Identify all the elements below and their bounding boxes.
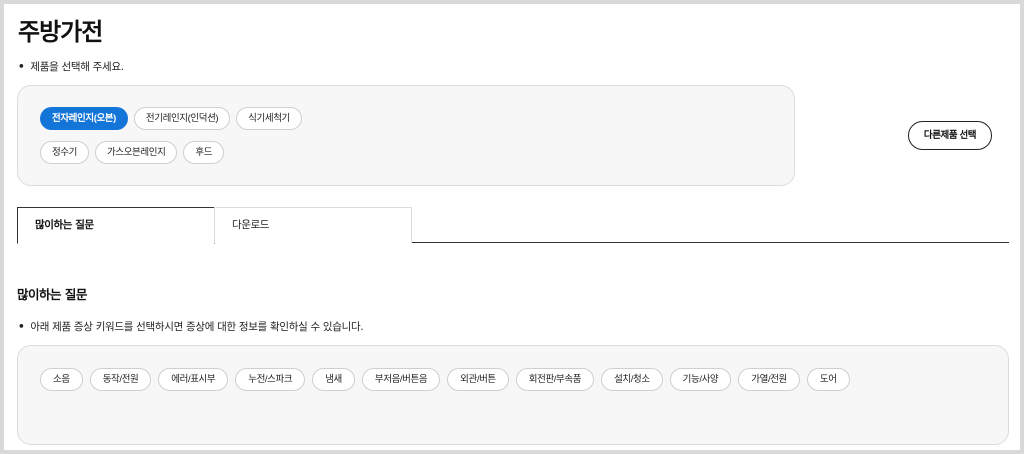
keyword-chip-error-display[interactable]: 에러/표시부 (158, 368, 229, 391)
bullet-icon: • (18, 321, 25, 333)
keyword-chip-turntable-parts[interactable]: 회전판/부속품 (515, 368, 595, 391)
symptom-keyword-box: 소음 동작/전원 에러/표시부 누전/스파크 냄새 부저음/버튼음 외관/버튼 … (17, 345, 1009, 445)
faq-keyword-note-text: 아래 제품 증상 키워드를 선택하시면 증상에 대한 정보를 확인하실 수 있습… (30, 321, 364, 333)
keyword-chip-door[interactable]: 도어 (806, 368, 850, 391)
keyword-chip-operation-power[interactable]: 동작/전원 (89, 368, 152, 391)
bullet-icon: • (18, 61, 25, 73)
keyword-chip-function-spec[interactable]: 기능/사양 (669, 368, 732, 391)
keyword-chip-smell[interactable]: 냄새 (312, 368, 355, 391)
product-chip-row: 정수기 가스오븐레인지 후드 (40, 141, 225, 164)
keyword-chip-heating-power[interactable]: 가열/전원 (738, 368, 800, 391)
page-title: 주방가전 (18, 18, 103, 46)
tab-download[interactable]: 다운로드 (214, 207, 412, 243)
keyword-chip-row: 소음 동작/전원 에러/표시부 누전/스파크 냄새 부저음/버튼음 외관/버튼 … (40, 368, 850, 391)
faq-keyword-note: • 아래 제품 증상 키워드를 선택하시면 증상에 대한 정보를 확인하실 수 있… (18, 319, 364, 334)
tab-faq[interactable]: 많이하는 질문 (17, 207, 215, 244)
product-chip-induction[interactable]: 전기레인지(인덕션) (133, 107, 231, 130)
other-product-button[interactable]: 다른제품 선택 (908, 121, 992, 150)
select-product-note-text: 제품을 선택해 주세요. (30, 61, 124, 73)
product-chip-water-purifier[interactable]: 정수기 (40, 141, 90, 164)
keyword-chip-noise[interactable]: 소음 (40, 368, 83, 391)
product-chip-hood[interactable]: 후드 (183, 141, 225, 164)
keyword-chip-buzzer-sound[interactable]: 부저음/버튼음 (361, 368, 441, 391)
keyword-chip-install-clean[interactable]: 설치/청소 (601, 368, 663, 391)
product-chip-row: 전자레인지(오븐) 전기레인지(인덕션) 식기세척기 (40, 107, 302, 130)
select-product-note: • 제품을 선택해 주세요. (18, 59, 124, 74)
product-chip-microwave[interactable]: 전자레인지(오븐) (40, 107, 128, 130)
keyword-chip-leakage-spark[interactable]: 누전/스파크 (235, 368, 306, 391)
page-frame: 주방가전 • 제품을 선택해 주세요. 전자레인지(오븐) 전기레인지(인덕션) … (4, 4, 1020, 450)
product-chip-gas-oven[interactable]: 가스오븐레인지 (95, 141, 178, 164)
keyword-chip-exterior-button[interactable]: 외관/버튼 (447, 368, 509, 391)
product-selector: 전자레인지(오븐) 전기레인지(인덕션) 식기세척기 정수기 가스오븐레인지 후… (17, 85, 795, 186)
faq-section-title: 많이하는 질문 (17, 287, 87, 302)
product-chip-dishwasher[interactable]: 식기세척기 (236, 107, 302, 130)
tab-bar: 많이하는 질문 다운로드 (17, 207, 1009, 244)
